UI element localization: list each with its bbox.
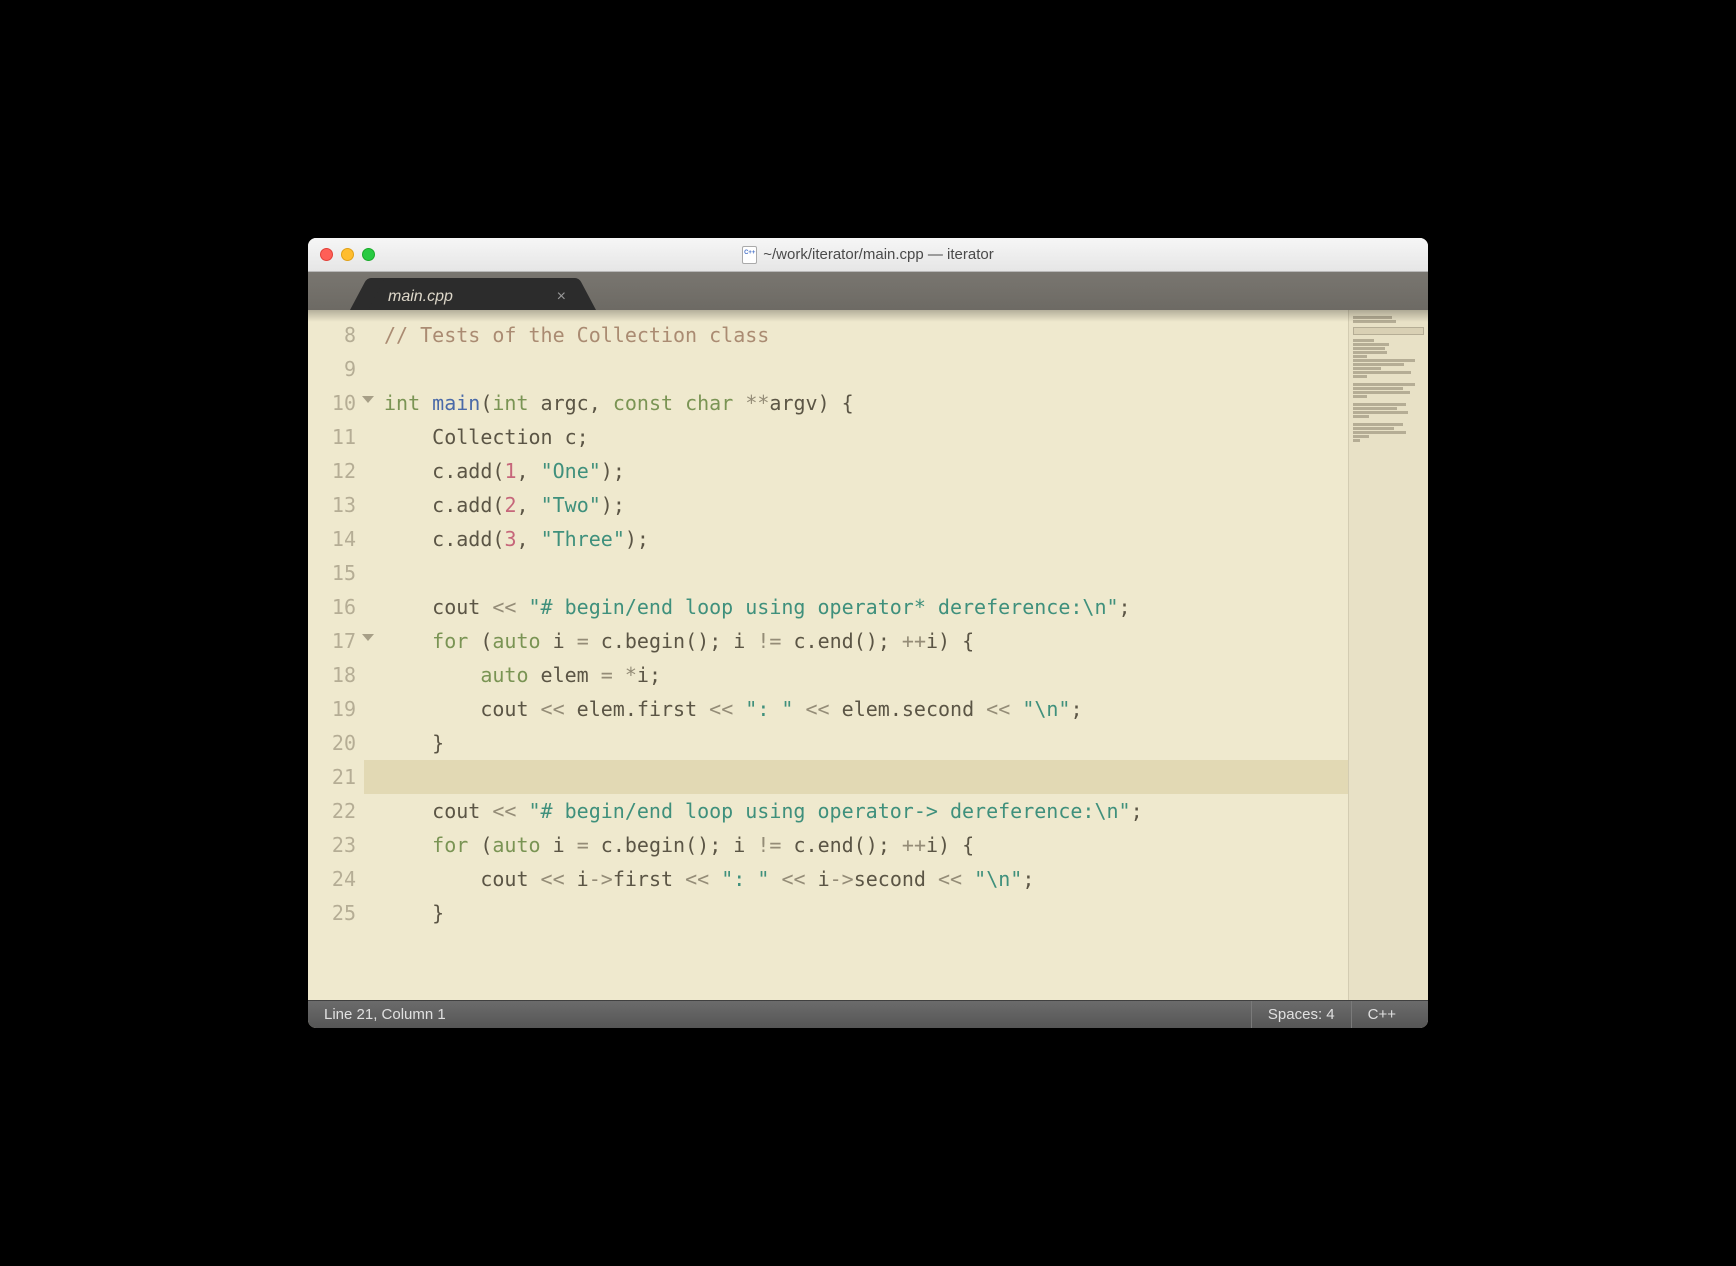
editor-area: 8910{111213141516171819202122232425 // T… bbox=[308, 310, 1428, 1000]
line-number[interactable]: 20 bbox=[308, 726, 356, 760]
line-number[interactable]: 16 bbox=[308, 590, 356, 624]
status-position[interactable]: Line 21, Column 1 bbox=[324, 1001, 462, 1028]
code-line[interactable]: Collection c; bbox=[384, 420, 1348, 454]
code-line[interactable]: // Tests of the Collection class bbox=[384, 318, 1348, 352]
code-line[interactable]: c.add(2, "Two"); bbox=[384, 488, 1348, 522]
window-title-text: ~/work/iterator/main.cpp — iterator bbox=[763, 246, 994, 263]
tab-main-cpp[interactable]: main.cpp × bbox=[368, 278, 578, 310]
code-line[interactable]: } bbox=[384, 726, 1348, 760]
line-number[interactable]: 13 bbox=[308, 488, 356, 522]
minimize-window-button[interactable] bbox=[341, 248, 354, 261]
close-tab-icon[interactable]: × bbox=[557, 288, 566, 306]
code-line[interactable]: cout << "# begin/end loop using operator… bbox=[384, 590, 1348, 624]
line-number[interactable]: 15 bbox=[308, 556, 356, 590]
code-line[interactable]: cout << i->first << ": " << i->second <<… bbox=[384, 862, 1348, 896]
status-syntax[interactable]: C++ bbox=[1351, 1001, 1412, 1028]
code-line[interactable]: auto elem = *i; bbox=[384, 658, 1348, 692]
line-number-gutter[interactable]: 8910{111213141516171819202122232425 bbox=[308, 310, 364, 1000]
line-number[interactable]: 17 bbox=[308, 624, 356, 658]
line-number[interactable]: 22 bbox=[308, 794, 356, 828]
traffic-lights bbox=[308, 248, 375, 261]
code-line[interactable]: for (auto i = c.begin(); i != c.end(); +… bbox=[384, 828, 1348, 862]
line-number[interactable]: 19 bbox=[308, 692, 356, 726]
code-line[interactable]: for (auto i = c.begin(); i != c.end(); +… bbox=[384, 624, 1348, 658]
tab-bar[interactable]: main.cpp × bbox=[308, 272, 1428, 310]
code-content[interactable]: // Tests of the Collection class int main… bbox=[364, 310, 1348, 1000]
code-line[interactable]: c.add(1, "One"); bbox=[384, 454, 1348, 488]
code-line[interactable]: } bbox=[384, 896, 1348, 930]
code-line[interactable]: cout << "# begin/end loop using operator… bbox=[384, 794, 1348, 828]
line-number[interactable]: 9 bbox=[308, 352, 356, 386]
line-number[interactable]: 8 bbox=[308, 318, 356, 352]
cpp-file-icon bbox=[742, 246, 757, 264]
code-line[interactable]: cout << elem.first << ": " << elem.secon… bbox=[384, 692, 1348, 726]
status-bar: Line 21, Column 1 Spaces: 4 C++ bbox=[308, 1000, 1428, 1028]
line-number[interactable]: 10{ bbox=[308, 386, 356, 420]
line-number[interactable]: 14 bbox=[308, 522, 356, 556]
close-window-button[interactable] bbox=[320, 248, 333, 261]
tab-label: main.cpp bbox=[388, 288, 453, 306]
zoom-window-button[interactable] bbox=[362, 248, 375, 261]
line-number[interactable]: 12 bbox=[308, 454, 356, 488]
line-number[interactable]: 25 bbox=[308, 896, 356, 930]
window-title: ~/work/iterator/main.cpp — iterator bbox=[308, 246, 1428, 264]
editor-window: ~/work/iterator/main.cpp — iterator main… bbox=[308, 238, 1428, 1028]
line-number[interactable]: 11 bbox=[308, 420, 356, 454]
code-line[interactable] bbox=[364, 760, 1428, 794]
code-line[interactable]: c.add(3, "Three"); bbox=[384, 522, 1348, 556]
line-number[interactable]: 23 bbox=[308, 828, 356, 862]
code-line[interactable] bbox=[384, 352, 1348, 386]
line-number[interactable]: 18 bbox=[308, 658, 356, 692]
code-line[interactable]: int main(int argc, const char **argv) { bbox=[384, 386, 1348, 420]
line-number[interactable]: 24 bbox=[308, 862, 356, 896]
titlebar[interactable]: ~/work/iterator/main.cpp — iterator bbox=[308, 238, 1428, 272]
line-number[interactable]: 21 bbox=[308, 760, 356, 794]
minimap[interactable] bbox=[1348, 310, 1428, 1000]
code-line[interactable] bbox=[384, 556, 1348, 590]
status-indent[interactable]: Spaces: 4 bbox=[1251, 1001, 1351, 1028]
